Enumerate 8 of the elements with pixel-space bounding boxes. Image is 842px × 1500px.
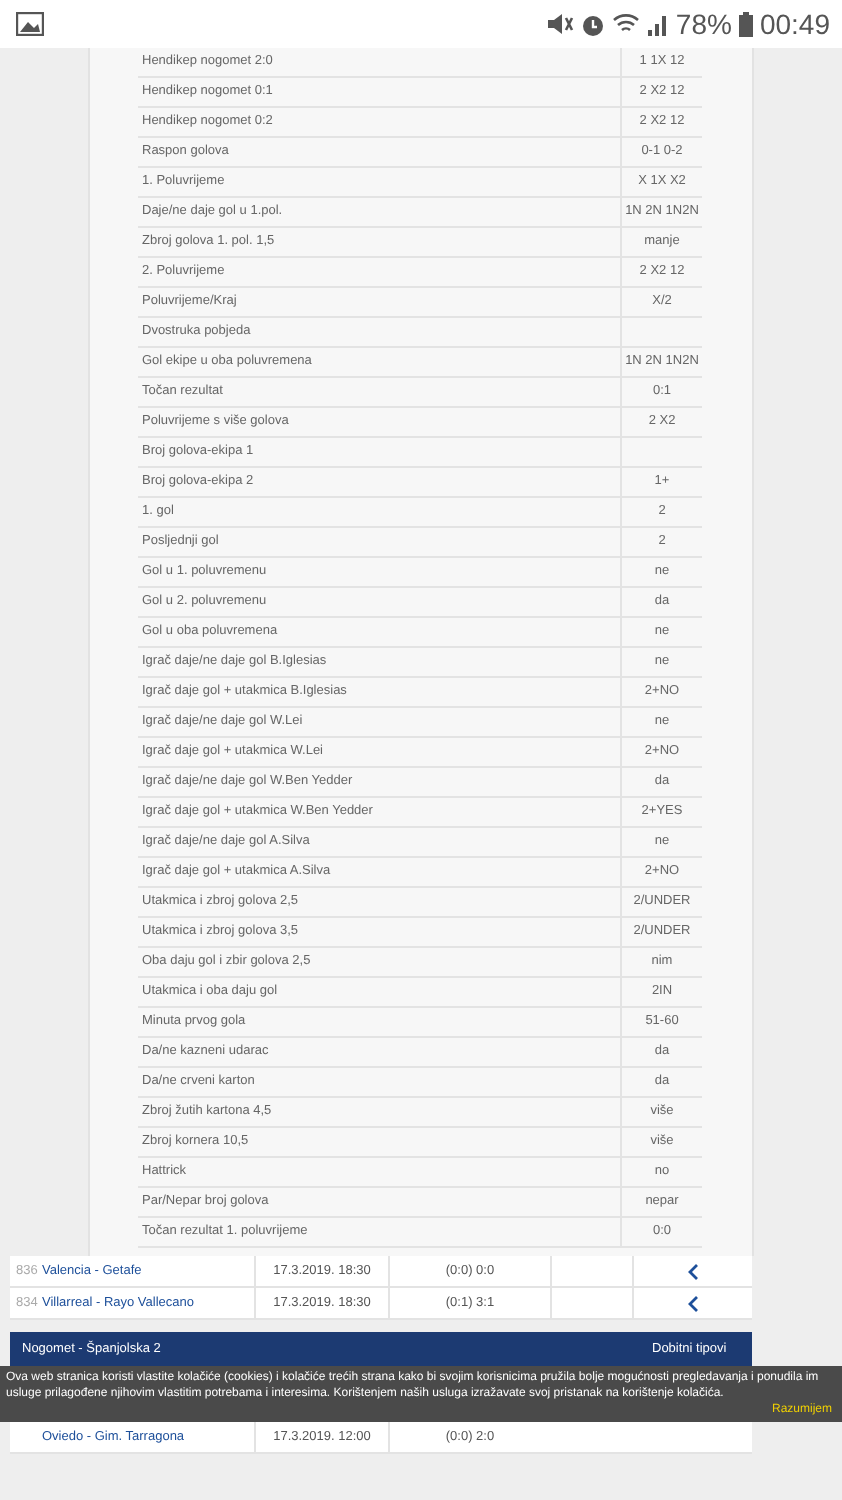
battery-icon <box>737 11 754 37</box>
alarm-icon <box>579 11 606 37</box>
image-icon <box>16 12 44 36</box>
clock-time: 00:49 <box>759 8 830 40</box>
mute-icon <box>545 12 574 36</box>
wifi-icon <box>611 12 640 36</box>
signal-icon <box>645 12 670 36</box>
battery-percent: 78% <box>675 8 732 40</box>
